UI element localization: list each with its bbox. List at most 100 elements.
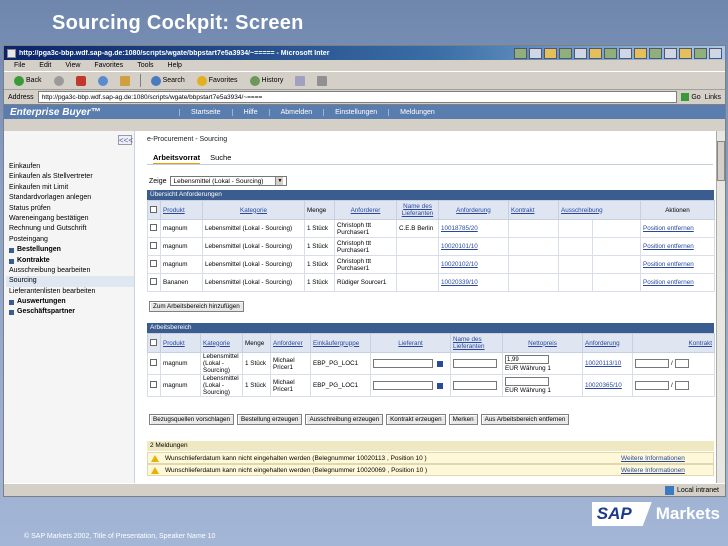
nav-einstellungen[interactable]: Einstellungen: [323, 108, 388, 116]
aktion-value[interactable]: Position entfernen: [643, 225, 694, 232]
col-anforderung[interactable]: Anforderung: [582, 333, 633, 353]
lieferant-name-field[interactable]: [453, 381, 497, 390]
col-anforderung[interactable]: Anforderung: [438, 200, 509, 220]
col-kontrakt[interactable]: Kontrakt: [508, 200, 559, 220]
col-einkaeufergruppe[interactable]: Einkäufergruppe: [310, 333, 371, 353]
chevron-down-icon[interactable]: ▼: [275, 177, 284, 185]
sidebar-item[interactable]: Einkaufen: [6, 162, 134, 172]
search-button[interactable]: Search: [147, 74, 189, 88]
nav-hilfe[interactable]: Hilfe: [231, 108, 269, 116]
sidebar-item[interactable]: Posteingang: [6, 235, 134, 245]
mail-button[interactable]: [291, 74, 309, 88]
nav-abmelden[interactable]: Abmelden: [268, 108, 324, 116]
workspace-action-button[interactable]: Bestellung erzeugen: [237, 414, 303, 425]
select-all-checkbox[interactable]: [150, 205, 157, 213]
aktion-value[interactable]: Position entfernen: [643, 279, 694, 286]
sidebar-item[interactable]: Wareneingang bestätigen: [6, 214, 134, 224]
row-checkbox[interactable]: [150, 242, 157, 249]
col-name-lieferant[interactable]: Name des Lieferanten: [396, 200, 439, 220]
workspace-action-button[interactable]: Merken: [448, 414, 478, 425]
sidebar-item[interactable]: Rechnung und Gutschrift: [6, 224, 134, 234]
anforderung-value[interactable]: 10020102/10: [441, 261, 478, 268]
col-kontrakt[interactable]: Kontrakt: [632, 333, 715, 353]
col-name-lieferant[interactable]: Name des Lieferanten: [450, 333, 503, 353]
sidebar-item[interactable]: Einkaufen als Stellvertreter: [6, 172, 134, 182]
workspace-action-button[interactable]: Bezugsquellen vorschlagen: [149, 414, 235, 425]
anforderung-link[interactable]: 10020113/10: [585, 360, 621, 367]
scrollbar-thumb[interactable]: [717, 141, 725, 181]
app-icon[interactable]: [649, 47, 662, 59]
col-nettopreis[interactable]: Nettopreis: [502, 333, 583, 353]
menu-file[interactable]: File: [14, 62, 25, 69]
row-checkbox[interactable]: [150, 278, 157, 285]
sidebar-item[interactable]: Kontrakte: [6, 256, 134, 266]
sidebar-item[interactable]: Auswertungen: [6, 297, 134, 307]
app-icon[interactable]: [544, 47, 557, 59]
menu-view[interactable]: View: [65, 62, 80, 69]
lieferant-input[interactable]: [373, 381, 433, 390]
kontrakt-input[interactable]: [635, 381, 669, 390]
app-icon[interactable]: [634, 47, 647, 59]
menu-favorites[interactable]: Favorites: [94, 62, 123, 69]
nav-meldungen[interactable]: Meldungen: [388, 108, 446, 116]
history-button[interactable]: History: [246, 74, 288, 88]
workspace-action-button[interactable]: Kontrakt erzeugen: [386, 414, 446, 425]
kontrakt-input[interactable]: [635, 359, 669, 368]
add-to-workspace-button[interactable]: Zum Arbeitsbereich hinzufügen: [149, 301, 244, 312]
binoculars-icon[interactable]: [437, 382, 443, 389]
binoculars-icon[interactable]: [437, 360, 443, 367]
favorites-button[interactable]: Favorites: [193, 74, 242, 88]
workspace-action-button[interactable]: Ausschreibung erzeugen: [305, 414, 384, 425]
nettopreis-input[interactable]: [505, 377, 549, 386]
lieferant-input[interactable]: [373, 359, 433, 368]
menu-edit[interactable]: Edit: [39, 62, 51, 69]
nettopreis-input[interactable]: 1,99: [505, 355, 549, 364]
aktion-value[interactable]: Position entfernen: [643, 261, 694, 268]
row-checkbox[interactable]: [150, 224, 157, 231]
row-checkbox[interactable]: [150, 381, 157, 388]
collapse-sidebar-button[interactable]: <<<: [118, 135, 133, 145]
nav-startseite[interactable]: Startseite: [179, 108, 232, 116]
workspace-action-button[interactable]: Aus Arbeitsbereich entfernen: [480, 414, 570, 425]
app-icon[interactable]: [694, 47, 707, 59]
home-button[interactable]: [116, 74, 134, 88]
app-icon[interactable]: [574, 47, 587, 59]
app-icon[interactable]: [679, 47, 692, 59]
app-icon[interactable]: [529, 47, 542, 59]
go-button[interactable]: Go: [681, 93, 701, 101]
back-button[interactable]: Back: [10, 74, 46, 88]
lieferant-name-field[interactable]: [453, 359, 497, 368]
aktion-value[interactable]: Position entfernen: [643, 243, 694, 250]
menu-tools[interactable]: Tools: [137, 62, 153, 69]
kontrakt-position-input[interactable]: [674, 381, 689, 390]
category-select[interactable]: Lebensmittel (Lokal - Sourcing) ▼: [169, 176, 288, 186]
row-checkbox[interactable]: [150, 359, 157, 366]
col-produkt[interactable]: Produkt: [160, 200, 203, 220]
anforderung-value[interactable]: 10020339/10: [441, 279, 478, 286]
select-all-checkbox[interactable]: [150, 338, 157, 346]
col-ausschreibung[interactable]: Ausschreibung: [558, 200, 641, 220]
links-label[interactable]: Links: [705, 94, 721, 101]
print-button[interactable]: [313, 74, 331, 88]
forward-button[interactable]: [50, 74, 68, 88]
anforderung-value[interactable]: 10018785/20: [441, 225, 478, 232]
sidebar-item[interactable]: Lieferantenlisten bearbeiten: [6, 287, 134, 297]
sidebar-item[interactable]: Status prüfen: [6, 204, 134, 214]
col-anforderer[interactable]: Anforderer: [270, 333, 311, 353]
sidebar-item[interactable]: Einkaufen mit Limit: [6, 183, 134, 193]
anforderung-link[interactable]: 10020365/10: [585, 382, 622, 389]
vertical-scrollbar[interactable]: [716, 131, 725, 483]
col-kategorie[interactable]: Kategorie: [200, 333, 243, 353]
more-info-link[interactable]: Weitere Informationen: [621, 467, 713, 474]
app-icon[interactable]: [559, 47, 572, 59]
sidebar-item[interactable]: Ausschreibung bearbeiten: [6, 266, 134, 276]
col-produkt[interactable]: Produkt: [160, 333, 201, 353]
sidebar-item[interactable]: Bestellungen: [6, 245, 134, 255]
anforderung-value[interactable]: 10020101/10: [441, 243, 478, 250]
sidebar-item[interactable]: Standardvorlagen anlegen: [6, 193, 134, 203]
more-info-link[interactable]: Weitere Informationen: [621, 455, 713, 462]
col-kategorie[interactable]: Kategorie: [202, 200, 305, 220]
refresh-button[interactable]: [94, 74, 112, 88]
menu-help[interactable]: Help: [168, 62, 182, 69]
app-icon[interactable]: [589, 47, 602, 59]
